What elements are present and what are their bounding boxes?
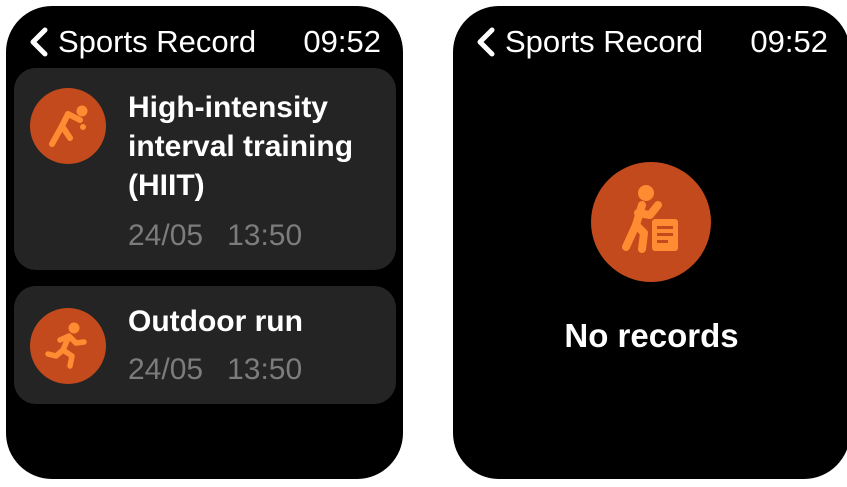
watch-screen-empty: Sports Record 09:52 No records: [453, 6, 847, 479]
status-bar: Sports Record 09:52: [6, 20, 403, 64]
chevron-left-icon: [477, 27, 495, 57]
screen-title: Sports Record: [58, 24, 257, 59]
record-name: High-intensity interval training (HIIT): [128, 91, 354, 202]
record-time: 13:50: [227, 219, 303, 252]
chevron-left-icon: [30, 27, 48, 57]
hiit-icon: [30, 88, 106, 164]
screenshot-canvas: Sports Record 09:52 High-intensity inter…: [0, 0, 847, 487]
back-button[interactable]: [475, 26, 497, 58]
clock: 09:52: [303, 24, 381, 59]
outdoor-run-icon: [30, 308, 106, 384]
watch-screen-records: Sports Record 09:52 High-intensity inter…: [6, 6, 403, 479]
record-time: 13:50: [227, 353, 303, 386]
screen-title: Sports Record: [505, 24, 704, 59]
record-name: Outdoor run: [128, 305, 303, 338]
empty-state-message: No records: [564, 317, 739, 354]
record-datetime: 24/05 13:50: [128, 218, 302, 254]
sports-record-icon: [591, 162, 711, 282]
clock: 09:52: [750, 24, 828, 59]
record-datetime: 24/05 13:50: [128, 352, 302, 388]
record-item-hiit[interactable]: High-intensity interval training (HIIT) …: [14, 68, 396, 270]
back-button[interactable]: [28, 26, 50, 58]
record-item-outdoor-run[interactable]: Outdoor run 24/05 13:50: [14, 286, 396, 404]
status-bar: Sports Record 09:52: [453, 20, 847, 64]
record-date: 24/05: [128, 353, 204, 386]
record-date: 24/05: [128, 219, 204, 252]
